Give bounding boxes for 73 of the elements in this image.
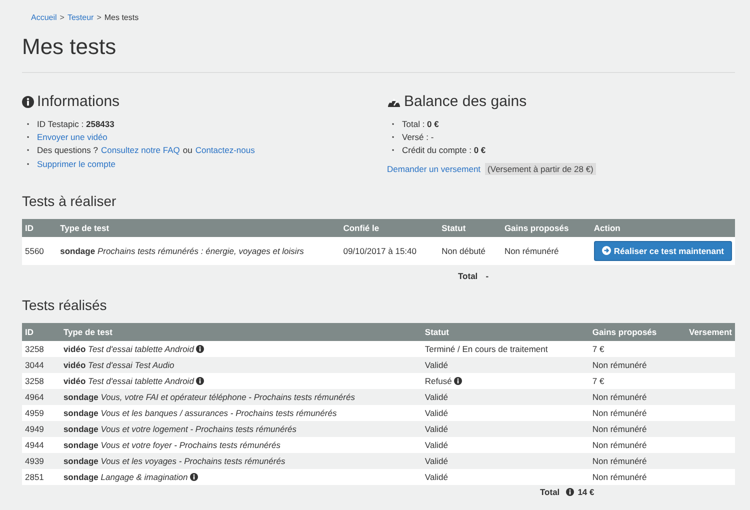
table-cell: 2851 — [22, 468, 60, 485]
total-value: 14 € — [578, 486, 594, 497]
start-test-button[interactable]: Réaliser ce test maintenant — [594, 240, 732, 261]
column-header: ID — [22, 322, 60, 341]
table-cell: Non rémunéré — [501, 236, 591, 265]
table-cell: Refusé — [422, 372, 590, 389]
table-cell: Non rémunéré — [589, 436, 686, 453]
test-type-cell: sondage Prochains tests rémunérés : énergie, voyages et loisirs — [57, 236, 340, 265]
table-cell: Non débuté — [438, 236, 502, 265]
table-cell: Non rémunéré — [589, 468, 686, 485]
total-label: Total — [540, 486, 560, 497]
table-cell: 09/10/2017 à 15:40 — [340, 236, 439, 265]
info-link[interactable]: Consultez notre FAQ — [100, 145, 180, 156]
table-cell: Validé — [422, 404, 590, 421]
info-text: ID Testapic : 258433 — [37, 119, 114, 129]
table-cell: Validé — [422, 436, 590, 453]
column-header: Type de test — [57, 218, 340, 237]
request-payment-link[interactable]: Demander un versement — [387, 164, 481, 174]
info-text: ou — [182, 145, 192, 156]
test-type-cell: sondage Langage & imagination — [60, 468, 422, 485]
info-text: Des questions ? — [37, 145, 98, 156]
payment-note: (Versement à partir de 28 €) — [484, 162, 596, 175]
breadcrumb-link[interactable]: Accueil — [31, 13, 57, 22]
column-header: Confié le — [340, 218, 439, 237]
table-cell: Terminé / En cours de traitement — [422, 340, 590, 357]
table-cell: 7 € — [589, 340, 686, 357]
test-type-cell: vidéo Test d'essai tablette Android — [60, 372, 422, 389]
total-label: Total — [458, 270, 478, 281]
column-header: ID — [22, 218, 58, 237]
test-type-cell: vidéo Test d'essai tablette Android — [60, 340, 422, 357]
test-type-cell: sondage Vous et votre foyer - Prochains tests rémunérés — [60, 436, 422, 453]
table-cell: 3258 — [22, 340, 60, 357]
page-title: Mes tests — [22, 34, 118, 60]
section-heading: Informations — [37, 93, 120, 110]
table-cell: 7 € — [589, 372, 686, 389]
info-icon — [196, 376, 204, 385]
info-link[interactable]: Contactez-nous — [195, 145, 255, 156]
section-heading: Balance des gains — [404, 93, 527, 110]
column-header: Versement — [686, 322, 735, 341]
info-icon — [454, 376, 462, 385]
test-type-cell: sondage Vous, votre FAI et opérateur téléphone - Prochains tests rémunérés — [60, 388, 422, 405]
column-header: Gains proposés — [589, 322, 686, 341]
balance-text: Versé : - — [402, 132, 434, 142]
info-icon — [566, 488, 574, 496]
table-cell: 5560 — [22, 236, 58, 265]
column-header: Type de test — [60, 322, 422, 341]
column-header: Statut — [438, 218, 502, 237]
breadcrumb-separator: > — [96, 13, 102, 22]
column-header: Gains proposés — [501, 218, 591, 237]
info-link[interactable]: Supprimer le compte — [37, 158, 116, 169]
table-cell: Non rémunéré — [589, 404, 686, 421]
test-type-cell: sondage Vous et les banques / assurances - Prochains tests rémunérés — [60, 404, 422, 421]
balance-text: Crédit du compte : 0 € — [402, 145, 486, 156]
breadcrumb-separator: > — [60, 13, 64, 22]
test-type-cell: sondage Vous et votre logement - Prochains tests rémunérés — [60, 420, 422, 437]
info-icon — [22, 96, 34, 108]
info-link[interactable]: Envoyer une vidéo — [37, 132, 108, 142]
table-cell: 3258 — [22, 372, 60, 389]
test-type-cell: sondage Vous et les voyages - Prochains tests rémunérés — [60, 452, 422, 469]
balance-text: Total : 0 € — [402, 119, 439, 129]
info-icon — [190, 472, 198, 481]
table-cell: 4944 — [22, 436, 60, 453]
total-value: - — [486, 270, 489, 281]
section-heading: Tests à réaliser — [22, 192, 118, 209]
info-icon — [196, 344, 204, 353]
column-header: Action — [590, 218, 735, 237]
column-header: Statut — [422, 322, 590, 341]
breadcrumb-current: Mes tests — [104, 13, 139, 22]
table-cell: 4959 — [22, 404, 60, 421]
breadcrumb-link[interactable]: Testeur — [67, 13, 94, 22]
arrow-circle-icon — [602, 246, 611, 256]
section-heading: Tests réalisés — [22, 296, 108, 313]
table-cell: Validé — [422, 468, 590, 485]
